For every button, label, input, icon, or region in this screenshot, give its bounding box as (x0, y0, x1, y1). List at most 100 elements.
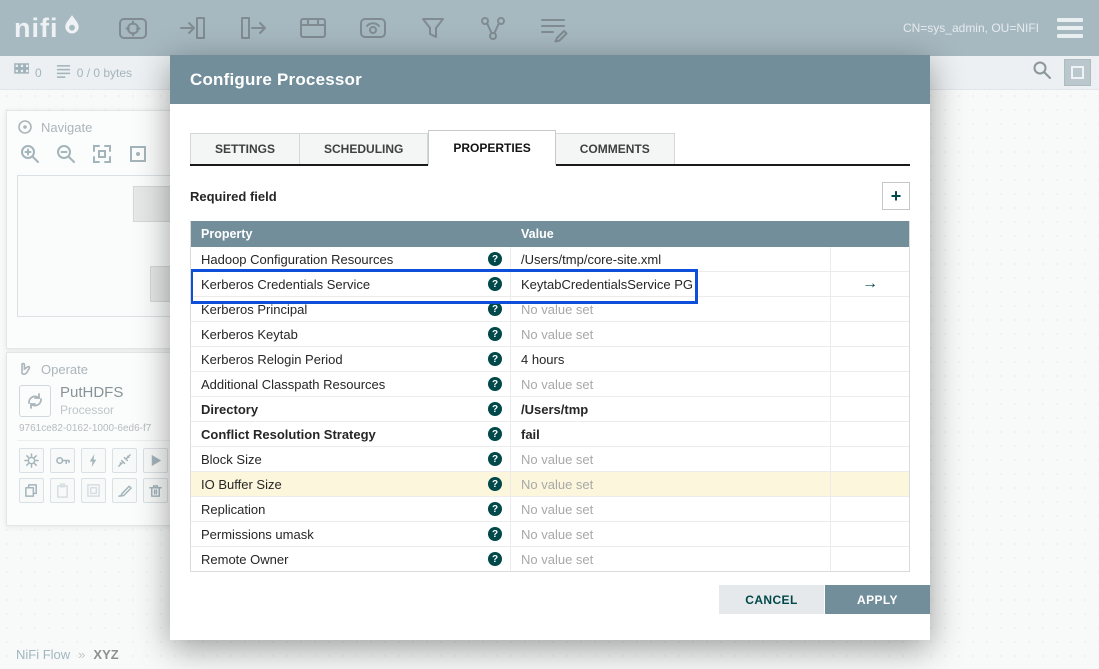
help-icon[interactable]: ? (488, 452, 502, 466)
property-action-cell (831, 422, 909, 446)
property-value[interactable]: 4 hours (511, 347, 831, 371)
property-value[interactable]: No value set (511, 322, 831, 346)
nifi-app: nifi CN=sys_admin, OU=NIFI 0 0 / 0 bytes… (0, 0, 1099, 669)
property-name: Permissions umask (201, 526, 314, 542)
property-name: Conflict Resolution Strategy (201, 426, 376, 442)
property-row[interactable]: Kerberos Principal ? No value set (191, 297, 909, 322)
property-name-cell: Block Size ? (191, 447, 511, 471)
help-icon[interactable]: ? (488, 477, 502, 491)
properties-table-header: Property Value (191, 221, 909, 247)
help-icon[interactable]: ? (488, 352, 502, 366)
property-value[interactable]: /Users/tmp/core-site.xml (511, 247, 831, 271)
dialog-footer: CANCEL APPLY (719, 585, 930, 614)
property-name: Kerberos Credentials Service (201, 276, 371, 292)
help-icon[interactable]: ? (488, 427, 502, 441)
help-icon[interactable]: ? (488, 252, 502, 266)
tab-settings[interactable]: SETTINGS (190, 133, 301, 164)
column-header-property: Property (201, 227, 253, 241)
property-row[interactable]: Hadoop Configuration Resources ? /Users/… (191, 247, 909, 272)
property-value[interactable]: No value set (511, 372, 831, 396)
property-action-cell (831, 547, 909, 571)
tab-properties[interactable]: PROPERTIES (428, 130, 556, 166)
property-row[interactable]: Additional Classpath Resources ? No valu… (191, 372, 909, 397)
property-action-cell: → (831, 272, 909, 296)
property-row[interactable]: Conflict Resolution Strategy ? fail (191, 422, 909, 447)
help-icon[interactable]: ? (488, 552, 502, 566)
property-name: Kerberos Relogin Period (201, 351, 343, 367)
configure-processor-dialog: Configure Processor SETTINGS SCHEDULING … (170, 55, 930, 640)
property-name-cell: Remote Owner ? (191, 547, 511, 571)
property-action-cell (831, 472, 909, 496)
property-name: IO Buffer Size (201, 476, 282, 492)
property-row[interactable]: Block Size ? No value set (191, 447, 909, 472)
cancel-button[interactable]: CANCEL (719, 585, 824, 614)
required-field-label: Required field (190, 188, 277, 204)
property-action-cell (831, 522, 909, 546)
property-action-cell (831, 297, 909, 321)
dialog-body: SETTINGS SCHEDULING PROPERTIES COMMENTS … (170, 130, 930, 572)
property-name: Hadoop Configuration Resources (201, 251, 394, 267)
property-name-cell: Replication ? (191, 497, 511, 521)
property-action-cell (831, 247, 909, 271)
help-icon[interactable]: ? (488, 502, 502, 516)
property-value[interactable]: No value set (511, 497, 831, 521)
help-icon[interactable]: ? (488, 327, 502, 341)
dialog-title: Configure Processor (190, 69, 362, 89)
property-name-cell: Conflict Resolution Strategy ? (191, 422, 511, 446)
property-name-cell: IO Buffer Size ? (191, 472, 511, 496)
property-value[interactable]: No value set (511, 547, 831, 571)
help-icon[interactable]: ? (488, 302, 502, 316)
properties-table: Property Value Hadoop Configuration Reso… (190, 221, 910, 572)
add-property-button[interactable]: + (882, 182, 910, 210)
property-name-cell: Kerberos Credentials Service ? (191, 272, 511, 296)
dialog-header: Configure Processor (170, 55, 930, 104)
go-to-service-icon[interactable]: → (862, 275, 878, 293)
column-header-value: Value (521, 227, 554, 241)
apply-button[interactable]: APPLY (825, 585, 930, 614)
property-name-cell: Additional Classpath Resources ? (191, 372, 511, 396)
property-row[interactable]: Kerberos Credentials Service ? KeytabCre… (191, 269, 909, 304)
property-name: Additional Classpath Resources (201, 376, 386, 392)
property-name-cell: Kerberos Keytab ? (191, 322, 511, 346)
property-name-cell: Kerberos Relogin Period ? (191, 347, 511, 371)
property-row[interactable]: IO Buffer Size ? No value set (191, 472, 909, 497)
property-name: Replication (201, 501, 266, 517)
property-name-cell: Kerberos Principal ? (191, 297, 511, 321)
property-name: Directory (201, 401, 259, 417)
property-action-cell (831, 347, 909, 371)
property-row[interactable]: Kerberos Keytab ? No value set (191, 322, 909, 347)
property-name-cell: Hadoop Configuration Resources ? (191, 247, 511, 271)
dialog-tabs: SETTINGS SCHEDULING PROPERTIES COMMENTS (190, 130, 910, 166)
property-action-cell (831, 497, 909, 521)
property-value[interactable]: KeytabCredentialsService PG (511, 272, 831, 296)
property-action-cell (831, 372, 909, 396)
property-name: Kerberos Keytab (201, 326, 298, 342)
property-value[interactable]: No value set (511, 472, 831, 496)
property-name-cell: Directory ? (191, 397, 511, 421)
tab-comments[interactable]: COMMENTS (555, 133, 675, 164)
property-name: Kerberos Principal (201, 301, 308, 317)
tab-scheduling[interactable]: SCHEDULING (300, 133, 429, 164)
property-value[interactable]: fail (511, 422, 831, 446)
property-action-cell (831, 447, 909, 471)
property-name-cell: Permissions umask ? (191, 522, 511, 546)
property-value[interactable]: No value set (511, 522, 831, 546)
property-row[interactable]: Permissions umask ? No value set (191, 522, 909, 547)
help-icon[interactable]: ? (488, 402, 502, 416)
help-icon[interactable]: ? (488, 277, 502, 291)
property-row[interactable]: Directory ? /Users/tmp (191, 397, 909, 422)
help-icon[interactable]: ? (488, 377, 502, 391)
property-name: Block Size (201, 451, 262, 467)
property-value[interactable]: No value set (511, 447, 831, 471)
property-value[interactable]: /Users/tmp (511, 397, 831, 421)
property-action-cell (831, 322, 909, 346)
property-action-cell (831, 397, 909, 421)
property-row[interactable]: Replication ? No value set (191, 497, 909, 522)
property-name: Remote Owner (201, 551, 289, 567)
property-row[interactable]: Remote Owner ? No value set (191, 547, 909, 571)
property-row[interactable]: Kerberos Relogin Period ? 4 hours (191, 347, 909, 372)
property-value[interactable]: No value set (511, 297, 831, 321)
help-icon[interactable]: ? (488, 527, 502, 541)
required-field-row: Required field + (190, 182, 910, 210)
properties-table-rows: Hadoop Configuration Resources ? /Users/… (191, 247, 909, 571)
